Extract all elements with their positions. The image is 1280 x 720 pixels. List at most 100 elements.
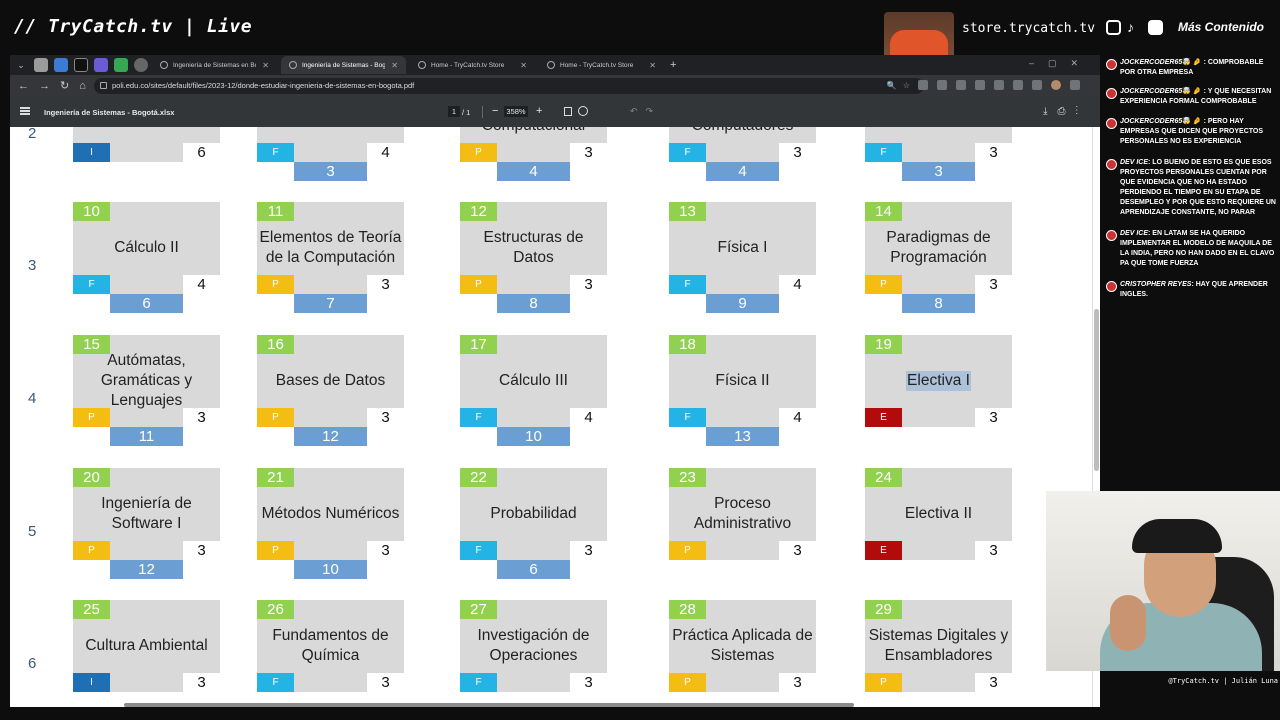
extension-icons[interactable] <box>918 80 1080 90</box>
course-prerequisite: 6 <box>497 560 570 579</box>
zoom-input[interactable]: 358% <box>504 106 528 117</box>
globe-icon <box>418 61 426 69</box>
pinned-tab-icon[interactable] <box>114 58 128 72</box>
window-controls[interactable]: –▢✕ <box>1029 58 1092 69</box>
course-number: 18 <box>669 335 706 354</box>
tab-1[interactable]: Ingeniería de Sistemas - Bogot ✕ <box>281 56 406 74</box>
close-icon[interactable]: ✕ <box>649 61 656 70</box>
close-icon[interactable]: ✕ <box>262 61 269 70</box>
course-card: Programación de Computadores F 34 <box>669 127 816 181</box>
course-category: P <box>257 408 294 427</box>
course-category: I <box>73 673 110 692</box>
course-credits: 3 <box>975 408 1012 427</box>
url-text: poli.edu.co/sites/default/files/2023-12/… <box>112 81 415 90</box>
course-card: 26 Fundamentos de Química F 3 <box>257 600 404 692</box>
course-category: P <box>460 143 497 162</box>
course-category: F <box>669 408 706 427</box>
course-credits: 4 <box>779 275 816 294</box>
course-name: Algebra Lineal <box>865 127 1012 143</box>
course-category: F <box>865 143 902 162</box>
course-card: 15 Autómatas, Gramáticas y Lenguajes P 3 11 <box>73 335 220 446</box>
course-number: 23 <box>669 468 706 487</box>
undo-redo-icons[interactable]: ↶↷ <box>630 106 661 117</box>
close-icon[interactable]: ✕ <box>391 61 398 70</box>
semester-row-label: 2 <box>28 127 37 142</box>
course-prerequisite: 9 <box>706 294 779 313</box>
course-credits: 3 <box>183 408 220 427</box>
course-name-text: Lógica Computacional <box>462 127 605 136</box>
course-name-text: Programación de Computadores <box>671 127 814 136</box>
lock-icon <box>100 82 107 89</box>
chat-username: JOCKERCODER65 <box>1120 88 1183 95</box>
chat-username: DEV ICE <box>1120 230 1149 237</box>
course-credits: 3 <box>779 673 816 692</box>
course-number: 10 <box>73 202 110 221</box>
course-card: Lógica Computacional P 34 <box>460 127 607 181</box>
course-number: 29 <box>865 600 902 619</box>
nav-buttons[interactable]: ←→↻⌂ <box>18 79 96 92</box>
course-credits: 3 <box>975 143 1012 162</box>
zoom-in-button[interactable]: + <box>536 105 542 117</box>
course-card: CreateCamps III 6 <box>73 127 220 162</box>
pdf-page[interactable]: 2CreateCamps III6Cálculo IF43Lógica Comp… <box>10 127 1098 707</box>
globe-icon <box>160 61 168 69</box>
course-prerequisite: 8 <box>497 294 570 313</box>
course-prerequisite: 4 <box>497 162 570 181</box>
course-name: Autómatas, Gramáticas y Lenguajes <box>73 352 220 409</box>
course-card: 16 Bases de Datos P 3 12 <box>257 335 404 446</box>
rotate-icon[interactable] <box>578 106 588 116</box>
course-category: P <box>865 673 902 692</box>
course-number: 20 <box>73 468 110 487</box>
omnibox-icons[interactable]: 🔍☆ <box>887 78 916 94</box>
course-category: P <box>73 541 110 560</box>
tab-2[interactable]: Home - TryCatch.tv Store ✕ <box>410 56 535 74</box>
course-credits: 3 <box>975 541 1012 560</box>
menu-icon[interactable] <box>20 107 30 115</box>
scrollbar-thumb[interactable] <box>1094 309 1099 471</box>
course-category: E <box>865 541 902 560</box>
pinned-tab-icon[interactable] <box>134 58 148 72</box>
course-number: 16 <box>257 335 294 354</box>
course-prerequisite: 3 <box>294 162 367 181</box>
course-number: 19 <box>865 335 902 354</box>
course-category: P <box>257 275 294 294</box>
course-prerequisite: 12 <box>110 560 183 579</box>
pinned-tab-icon[interactable] <box>54 58 68 72</box>
course-name: Cultura Ambiental <box>73 619 220 673</box>
course-name: Métodos Numéricos <box>257 487 404 541</box>
chat-message: JOCKERCODER65🤯 🤌 : COMPROBABLE POR OTRA … <box>1106 58 1276 78</box>
course-credits: 3 <box>570 275 607 294</box>
course-name-text: Cálculo II <box>114 239 179 256</box>
address-bar[interactable]: poli.edu.co/sites/default/files/2023-12/… <box>94 78 924 94</box>
fit-page-icon[interactable] <box>564 107 572 116</box>
course-number: 21 <box>257 468 294 487</box>
globe-icon <box>547 61 555 69</box>
course-category: P <box>669 541 706 560</box>
pinned-tab-icon[interactable] <box>94 58 108 72</box>
tab-0[interactable]: Ingeniería de Sistemas en Bogo ✕ <box>152 56 277 74</box>
zoom-out-button[interactable]: − <box>492 105 498 117</box>
download-print-more-icons[interactable]: ⤓⎙⋮ <box>1043 106 1088 117</box>
tab-3[interactable]: Home - TryCatch.tv Store ✕ <box>539 56 664 74</box>
page-input[interactable]: 1 <box>448 106 460 117</box>
course-name-text: Sistemas Digitales y Ensambladores <box>868 627 1009 664</box>
stream-brand: // TryCatch.tv | Live <box>14 16 253 37</box>
new-tab-button[interactable]: + <box>670 59 676 71</box>
pinned-tab-icon[interactable] <box>74 58 88 72</box>
course-card: 24 Electiva II E 3 <box>865 468 1012 560</box>
pinned-tab-icon[interactable] <box>34 58 48 72</box>
course-credits: 4 <box>367 143 404 162</box>
course-category: P <box>73 408 110 427</box>
course-card: 17 Cálculo III F 4 10 <box>460 335 607 446</box>
close-icon[interactable]: ✕ <box>520 61 527 70</box>
browser-toolbar: ←→↻⌂ poli.edu.co/sites/default/files/202… <box>10 75 1100 97</box>
course-name: CreateCamps II <box>73 127 220 143</box>
tab-search-icon[interactable]: ⌄ <box>14 58 28 72</box>
semester-row-label: 3 <box>28 257 37 274</box>
course-category: F <box>73 275 110 294</box>
chat-username: CRISTOPHER REYES <box>1120 281 1192 288</box>
course-name-text: Investigación de Operaciones <box>477 627 590 664</box>
course-category: P <box>669 673 706 692</box>
course-category: P <box>865 275 902 294</box>
course-name: Electiva II <box>865 487 1012 541</box>
